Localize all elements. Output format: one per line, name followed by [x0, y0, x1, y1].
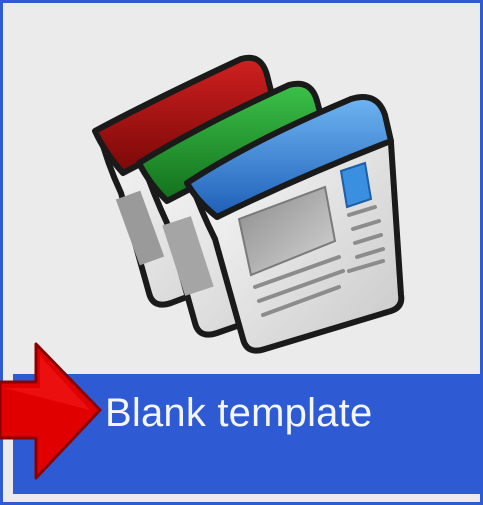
red-arrow-icon — [0, 338, 110, 483]
stacked-page-layouts-icon — [92, 54, 405, 354]
template-thumbnail[interactable] — [3, 3, 483, 373]
template-label: Blank template — [105, 391, 373, 435]
